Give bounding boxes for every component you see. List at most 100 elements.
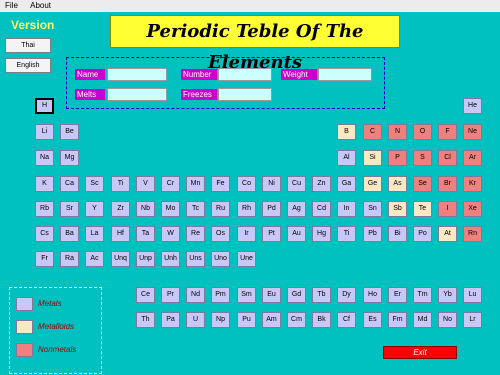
menu-file[interactable]: File [0,0,23,12]
element-kr-cell[interactable]: Kr [463,176,482,192]
element-ni-cell[interactable]: Ni [262,176,281,192]
element-li-cell[interactable]: Li [35,124,54,140]
english-button[interactable]: English [5,58,51,73]
element-unq-cell[interactable]: Unq [111,251,130,267]
element-ra-cell[interactable]: Ra [60,251,79,267]
element-n-cell[interactable]: N [388,124,407,140]
element-ti-cell[interactable]: Ti [337,226,356,242]
element-th-cell[interactable]: Th [136,312,155,328]
element-f-cell[interactable]: F [438,124,457,140]
element-v-cell[interactable]: V [136,176,155,192]
element-ti-cell[interactable]: Ti [111,176,130,192]
element-cd-cell[interactable]: Cd [312,201,331,217]
element-sm-cell[interactable]: Sm [237,287,256,303]
element-sb-cell[interactable]: Sb [388,201,407,217]
element-br-cell[interactable]: Br [438,176,457,192]
element-er-cell[interactable]: Er [388,287,407,303]
menu-about[interactable]: About [25,0,56,12]
name-field[interactable] [107,68,167,81]
element-tm-cell[interactable]: Tm [413,287,432,303]
element-rb-cell[interactable]: Rb [35,201,54,217]
element-y-cell[interactable]: Y [85,201,104,217]
weight-field[interactable] [318,68,372,81]
freezes-field[interactable] [218,88,272,101]
element-ar-cell[interactable]: Ar [463,150,482,166]
element-pm-cell[interactable]: Pm [211,287,230,303]
element-os-cell[interactable]: Os [211,226,230,242]
element-unp-cell[interactable]: Unp [136,251,155,267]
element-ag-cell[interactable]: Ag [287,201,306,217]
element-cu-cell[interactable]: Cu [287,176,306,192]
element-he-cell[interactable]: He [463,98,482,114]
element-at-cell[interactable]: At [438,226,457,242]
element-k-cell[interactable]: K [35,176,54,192]
element-cf-cell[interactable]: Cf [337,312,356,328]
element-pt-cell[interactable]: Pt [262,226,281,242]
element-sr-cell[interactable]: Sr [60,201,79,217]
element-si-cell[interactable]: Si [363,150,382,166]
element-o-cell[interactable]: O [413,124,432,140]
thai-button[interactable]: Thai [5,38,51,53]
element-ho-cell[interactable]: Ho [363,287,382,303]
element-zn-cell[interactable]: Zn [312,176,331,192]
element-c-cell[interactable]: C [363,124,382,140]
element-co-cell[interactable]: Co [237,176,256,192]
element-ac-cell[interactable]: Ac [85,251,104,267]
element-mo-cell[interactable]: Mo [161,201,180,217]
element-b-cell[interactable]: B [337,124,356,140]
element-al-cell[interactable]: Al [337,150,356,166]
element-xe-cell[interactable]: Xe [463,201,482,217]
element-lu-cell[interactable]: Lu [463,287,482,303]
element-in-cell[interactable]: In [337,201,356,217]
element-cs-cell[interactable]: Cs [35,226,54,242]
element-yb-cell[interactable]: Yb [438,287,457,303]
element-bi-cell[interactable]: Bi [388,226,407,242]
element-no-cell[interactable]: No [438,312,457,328]
element-rh-cell[interactable]: Rh [237,201,256,217]
element-ne-cell[interactable]: Ne [463,124,482,140]
element-ir-cell[interactable]: Ir [237,226,256,242]
element-te-cell[interactable]: Te [413,201,432,217]
element-p-cell[interactable]: P [388,150,407,166]
element-sc-cell[interactable]: Sc [85,176,104,192]
element-au-cell[interactable]: Au [287,226,306,242]
element-pb-cell[interactable]: Pb [363,226,382,242]
element-sn-cell[interactable]: Sn [363,201,382,217]
element-pu-cell[interactable]: Pu [237,312,256,328]
element-tc-cell[interactable]: Tc [186,201,205,217]
element-ta-cell[interactable]: Ta [136,226,155,242]
element-es-cell[interactable]: Es [363,312,382,328]
element-i-cell[interactable]: I [438,201,457,217]
element-ga-cell[interactable]: Ga [337,176,356,192]
element-pa-cell[interactable]: Pa [161,312,180,328]
element-ru-cell[interactable]: Ru [211,201,230,217]
element-la-cell[interactable]: La [85,226,104,242]
element-po-cell[interactable]: Po [413,226,432,242]
element-hg-cell[interactable]: Hg [312,226,331,242]
element-nb-cell[interactable]: Nb [136,201,155,217]
element-np-cell[interactable]: Np [211,312,230,328]
element-bk-cell[interactable]: Bk [312,312,331,328]
element-une-cell[interactable]: Une [237,251,256,267]
number-field[interactable] [218,68,272,81]
element-ce-cell[interactable]: Ce [136,287,155,303]
element-md-cell[interactable]: Md [413,312,432,328]
element-as-cell[interactable]: As [388,176,407,192]
element-zr-cell[interactable]: Zr [111,201,130,217]
element-re-cell[interactable]: Re [186,226,205,242]
element-nd-cell[interactable]: Nd [186,287,205,303]
element-gd-cell[interactable]: Gd [287,287,306,303]
element-fm-cell[interactable]: Fm [388,312,407,328]
element-rn-cell[interactable]: Rn [463,226,482,242]
element-s-cell[interactable]: S [413,150,432,166]
element-h-cell[interactable]: H [35,98,54,114]
element-pd-cell[interactable]: Pd [262,201,281,217]
element-tb-cell[interactable]: Tb [312,287,331,303]
element-uns-cell[interactable]: Uns [186,251,205,267]
element-mg-cell[interactable]: Mg [60,150,79,166]
element-unh-cell[interactable]: Unh [161,251,180,267]
element-dy-cell[interactable]: Dy [337,287,356,303]
exit-button[interactable]: Exit [383,346,457,359]
element-se-cell[interactable]: Se [413,176,432,192]
element-lr-cell[interactable]: Lr [463,312,482,328]
